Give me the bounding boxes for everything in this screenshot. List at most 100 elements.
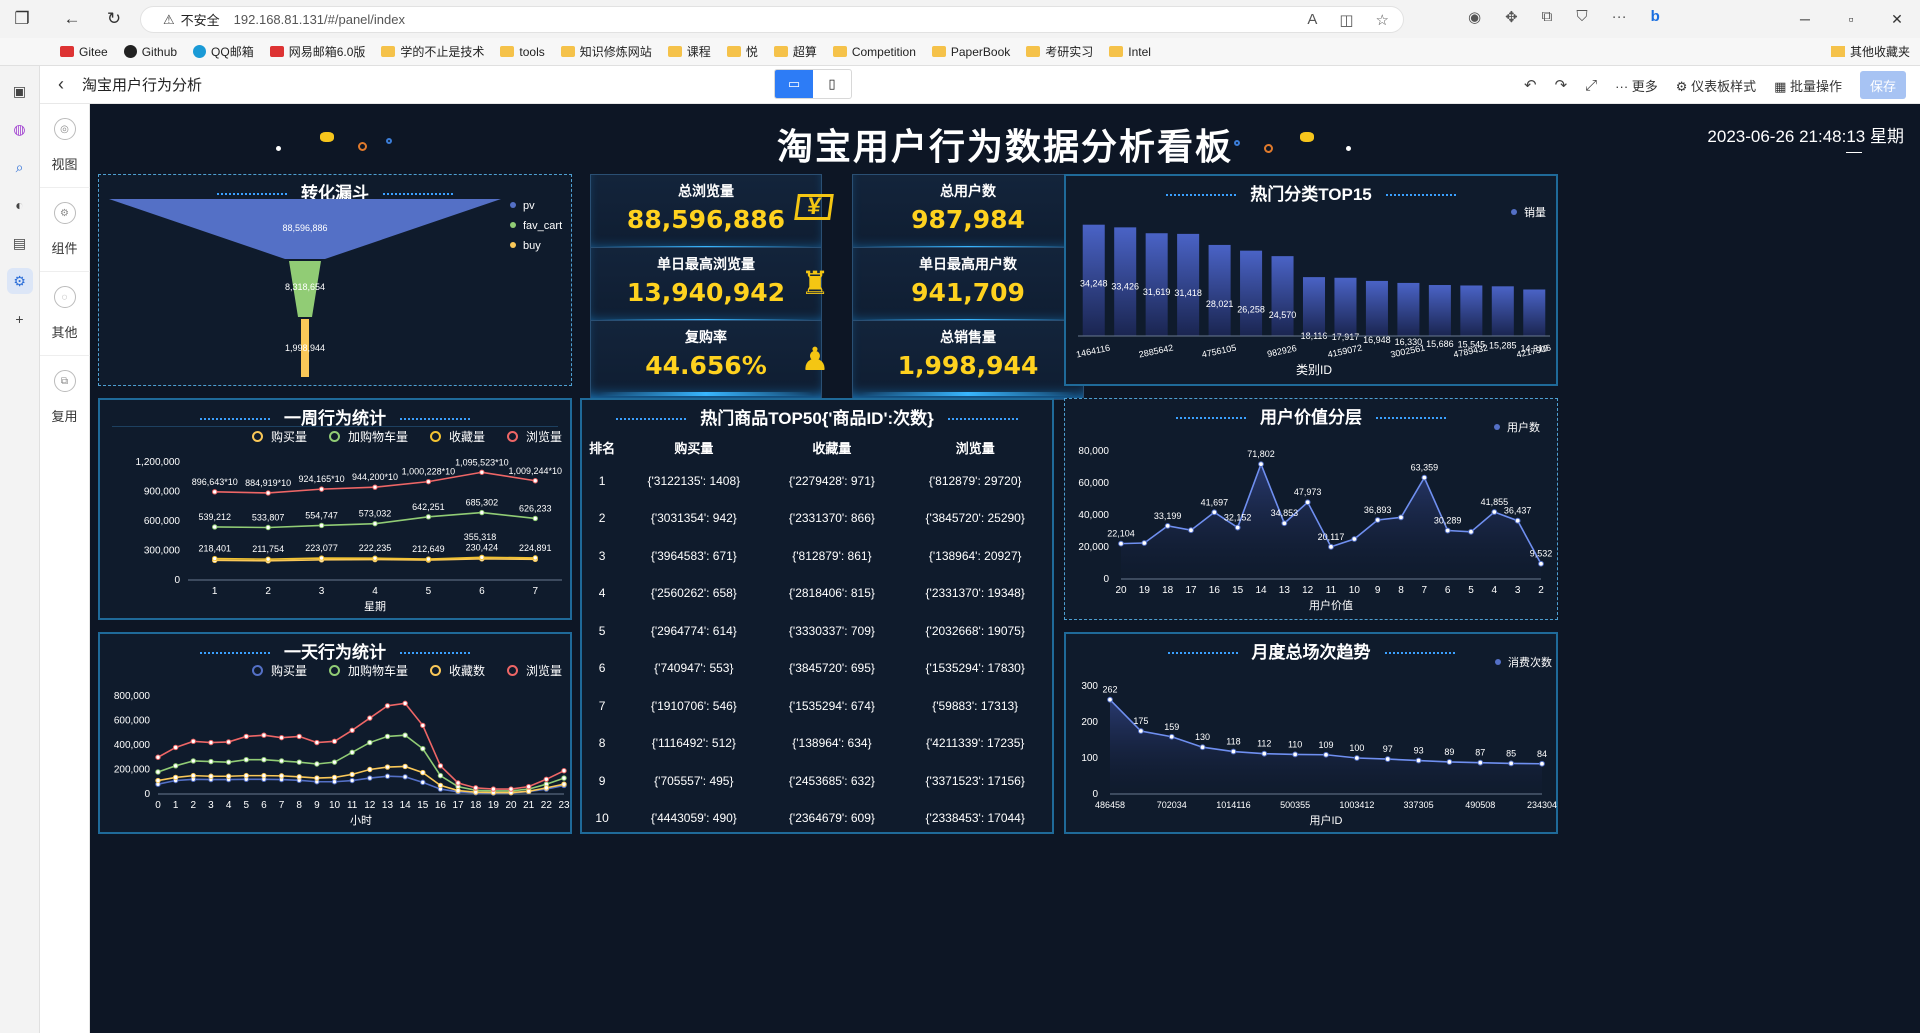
- y-tick: 0: [1092, 789, 1098, 800]
- component-label: 组件: [51, 241, 78, 256]
- puzzle-icon[interactable]: ✥: [1505, 8, 1518, 26]
- desktop-icon[interactable]: ▭: [775, 70, 813, 98]
- minimize-icon[interactable]: ─: [1782, 0, 1828, 38]
- bookmark-item[interactable]: 考研实习: [1026, 43, 1093, 60]
- browser-extensions: ◉ ✥ ⧉ ⛉ ··· b: [1468, 8, 1660, 26]
- bookmark-item[interactable]: Intel: [1109, 45, 1151, 59]
- week-panel[interactable]: 一周行为统计 购买量 加购物车量 收藏量 浏览量 0 300,000 600,000…: [98, 398, 572, 620]
- tabs-icon[interactable]: ▣: [7, 78, 33, 104]
- url-text[interactable]: 192.168.81.131/#/panel/index: [234, 12, 405, 27]
- axis-label: 星期: [364, 600, 386, 613]
- maximize-icon[interactable]: ▫: [1828, 0, 1874, 38]
- bookmark-item[interactable]: 学的不止是技术: [381, 43, 484, 60]
- back-arrow-icon[interactable]: ‹: [58, 74, 64, 95]
- undo-icon[interactable]: ↶: [1524, 76, 1537, 94]
- document-icon[interactable]: ▤: [7, 230, 33, 256]
- bookmark-item[interactable]: QQ邮箱: [193, 43, 254, 60]
- table-row: 3 {'3964583': 671} {'812879': 861} {'138964…: [582, 537, 1052, 575]
- bookmark-item[interactable]: 课程: [667, 43, 711, 60]
- reload-icon[interactable]: ↻: [100, 5, 128, 33]
- bookmark-item[interactable]: 知识修炼网站: [560, 43, 652, 60]
- batch-button[interactable]: ▦ 批量操作: [1774, 76, 1842, 95]
- bookmark-item[interactable]: 超算: [773, 43, 817, 60]
- bookmark-item[interactable]: PaperBook: [931, 45, 1010, 59]
- bookmark-label: 课程: [686, 45, 711, 59]
- bookmark-item[interactable]: 网易邮箱6.0版: [269, 43, 365, 60]
- collections-icon[interactable]: ⧉: [1542, 8, 1553, 26]
- warning-icon: ⚠: [163, 11, 175, 27]
- other-item[interactable]: ◌ 其他: [40, 286, 89, 341]
- bookmark-item[interactable]: Github: [123, 45, 177, 59]
- data-point: [190, 758, 197, 764]
- bookmark-item[interactable]: Competition: [832, 45, 916, 59]
- data-point: [190, 772, 197, 779]
- data-point: [1468, 528, 1474, 535]
- table-cell: {'1535294': 674}: [788, 698, 875, 713]
- data-label: 1,095,523*10: [455, 457, 509, 467]
- folder-icon: [1026, 46, 1041, 57]
- settings-icon[interactable]: ⚙: [6, 268, 33, 294]
- games-icon[interactable]: ◐: [7, 192, 33, 218]
- table-cell: {'3031354': 942}: [650, 511, 737, 526]
- data-point: [155, 754, 161, 760]
- data-point: [1230, 748, 1237, 755]
- bing-icon[interactable]: b: [1651, 8, 1660, 26]
- data-point: [1538, 560, 1544, 567]
- shield-icon[interactable]: ⛉: [1576, 8, 1587, 26]
- top50-table: 排名 购买量 收藏量 浏览量 1 {'3122135': 1408} {'22794…: [582, 432, 1052, 837]
- address-bar[interactable]: ⚠ 不安全 192.168.81.131/#/panel/index A ◫ ☆: [140, 6, 1404, 33]
- legend-fav-dot: [510, 222, 516, 228]
- top15-panel[interactable]: 热门分类TOP15 销量 34,248 33,426 31,619 31,418 28,0…: [1064, 174, 1558, 386]
- bookmark-item[interactable]: 悦: [726, 43, 758, 60]
- data-point: [1199, 744, 1206, 751]
- y-tick: 600,000: [114, 716, 151, 727]
- mobile-icon[interactable]: ▯: [813, 70, 851, 98]
- more-icon[interactable]: ···: [1612, 8, 1627, 26]
- data-label: 884,919*10: [245, 478, 291, 488]
- more-button[interactable]: ··· 更多: [1615, 76, 1658, 95]
- x-tick: 22: [541, 800, 553, 811]
- table-cell: {'4443059': 490}: [650, 811, 737, 826]
- fullscreen-icon[interactable]: ⤢: [1585, 77, 1597, 94]
- bookmark-item[interactable]: Gitee: [60, 45, 108, 59]
- toolbar: ↶ ↷ ⤢ ··· 更多 ⚙ 仪表板样式 ▦ 批量操作 保存: [1524, 71, 1906, 99]
- data-label: 20,117: [1318, 532, 1345, 542]
- decor-dot: [1234, 140, 1240, 146]
- monthly-panel[interactable]: 月度总场次趋势 消费次数 0 100 200 300 262 175 159 130 118 112…: [1064, 632, 1558, 834]
- redo-icon[interactable]: ↷: [1555, 76, 1568, 94]
- data-point: [473, 789, 479, 795]
- funnel-panel[interactable]: 转化漏斗 88,596,886 8,318,654 1,998,944 pv f…: [98, 174, 572, 386]
- bookmark-item[interactable]: tools: [500, 45, 545, 59]
- top50-panel[interactable]: 热门商品TOP50{'商品ID':次数} 排名 购买量 收藏量 浏览量 1 {'3…: [580, 398, 1054, 834]
- data-label: 84: [1537, 749, 1547, 759]
- search-icon[interactable]: ⌕: [7, 154, 33, 180]
- site-icon: [193, 45, 207, 58]
- uservalue-panel[interactable]: 用户价值分层 用户数 0 20,000 40,000 60,000 80,000 22,10…: [1064, 398, 1558, 620]
- component-item[interactable]: ⚙ 组件: [40, 202, 89, 257]
- add-icon[interactable]: +: [7, 306, 33, 332]
- save-button[interactable]: 保存: [1860, 71, 1906, 99]
- y-tick: 300,000: [144, 546, 181, 557]
- read-aloud-icon[interactable]: A: [1307, 11, 1317, 29]
- extension-icon[interactable]: ◉: [1468, 8, 1481, 26]
- decor-hexagon: [320, 132, 334, 142]
- copilot-icon[interactable]: ◍: [7, 116, 33, 142]
- data-point: [561, 775, 567, 781]
- favorite-star-icon[interactable]: ☆: [1376, 11, 1389, 29]
- reuse-item[interactable]: ⧉ 复用: [40, 370, 89, 425]
- tab-actions-icon[interactable]: ❐: [8, 5, 36, 33]
- x-tick: 19: [1139, 585, 1151, 596]
- back-icon[interactable]: ←: [58, 5, 86, 33]
- other-favorites[interactable]: 其他收藏夹: [1830, 43, 1910, 60]
- x-tick: 234304: [1527, 800, 1557, 810]
- data-label: 97: [1383, 744, 1393, 754]
- view-item[interactable]: ◎ 视图: [40, 118, 89, 173]
- split-screen-icon[interactable]: ◫: [1339, 11, 1353, 29]
- seat-icon: ♜: [800, 265, 830, 301]
- dashboard-style-button[interactable]: ⚙ 仪表板样式: [1676, 76, 1756, 95]
- col-rank: 排名: [589, 440, 616, 456]
- data-point: [425, 556, 432, 562]
- day-panel[interactable]: 一天行为统计 购买量 加购物车量 收藏数 浏览量 0 200,000 400,000…: [98, 632, 572, 834]
- close-icon[interactable]: ✕: [1874, 0, 1920, 38]
- kpi-value: 44.656%: [645, 351, 767, 380]
